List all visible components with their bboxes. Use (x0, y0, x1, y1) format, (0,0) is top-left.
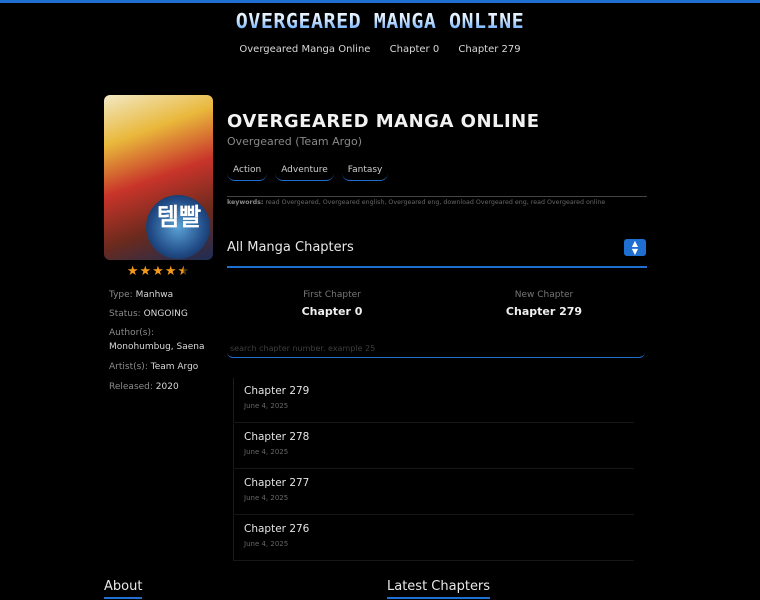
chapter-name: Chapter 277 (244, 477, 310, 489)
genre-tag[interactable]: Action (227, 163, 268, 181)
chapter-date: June 4, 2025 (244, 402, 289, 410)
new-chapter-link[interactable]: New Chapter Chapter 279 (439, 290, 649, 318)
chapter-list-item[interactable]: Chapter 278 June 4, 2025 (233, 424, 634, 469)
chapters-heading: All Manga Chapters (227, 240, 354, 255)
chapters-heading-underline (227, 266, 647, 268)
chapter-list-item[interactable]: Chapter 277 June 4, 2025 (233, 470, 634, 515)
meta-author: Author(s): Monohumbug, Saena (109, 328, 205, 352)
chapter-name: Chapter 278 (244, 431, 310, 443)
chapter-date: June 4, 2025 (244, 494, 289, 502)
footer-about-heading: About (104, 579, 143, 599)
half-star-icon: ★ (177, 264, 191, 279)
sort-button[interactable]: ▲ ▼ (624, 239, 646, 256)
top-accent-bar (0, 0, 760, 3)
keywords: keywords: read Overgeared, Overgeared en… (227, 199, 606, 206)
star-icon: ★ (152, 264, 165, 279)
footer-latest-heading: Latest Chapters (387, 579, 491, 599)
nav-link-latest-chapter[interactable]: Chapter 279 (458, 44, 520, 55)
genre-tag[interactable]: Adventure (275, 163, 334, 181)
cover-title-art: 템빨 (156, 203, 202, 231)
top-nav: Overgeared Manga Online Chapter 0 Chapte… (0, 44, 760, 55)
chapter-search-input[interactable] (227, 339, 645, 358)
genre-tag[interactable]: Fantasy (341, 163, 389, 181)
star-icon: ★ (139, 264, 153, 279)
chapter-name: Chapter 279 (244, 385, 310, 397)
manga-cover-image: 템빨 (104, 95, 213, 260)
sort-icon: ▲ ▼ (631, 239, 639, 256)
chapter-list-item[interactable]: Chapter 279 June 4, 2025 (233, 378, 634, 423)
chapter-name: Chapter 276 (244, 523, 310, 535)
nav-link-home[interactable]: Overgeared Manga Online (239, 44, 370, 55)
chapter-date: June 4, 2025 (244, 540, 289, 548)
genre-tags: Action Adventure Fantasy (227, 163, 389, 181)
meta-released: Released: 2020 (109, 382, 179, 392)
divider (227, 196, 647, 197)
chapter-list-item[interactable]: Chapter 276 June 4, 2025 (233, 516, 634, 561)
star-icon: ★ (126, 264, 140, 279)
site-logo[interactable]: OVERGEARED MANGA ONLINE (0, 9, 760, 33)
rating-stars: ★★★★★ (104, 264, 213, 279)
nav-link-first-chapter[interactable]: Chapter 0 (390, 44, 440, 55)
manga-title: OVERGEARED MANGA ONLINE (227, 111, 540, 132)
chapter-date: June 4, 2025 (244, 448, 289, 456)
star-icon: ★ (164, 264, 178, 279)
meta-status: Status: ONGOING (109, 309, 188, 319)
meta-artist: Artist(s): Team Argo (109, 362, 199, 372)
manga-subtitle: Overgeared (Team Argo) (227, 135, 363, 148)
meta-type: Type: Manhwa (109, 290, 174, 300)
first-chapter-link[interactable]: First Chapter Chapter 0 (227, 290, 437, 318)
